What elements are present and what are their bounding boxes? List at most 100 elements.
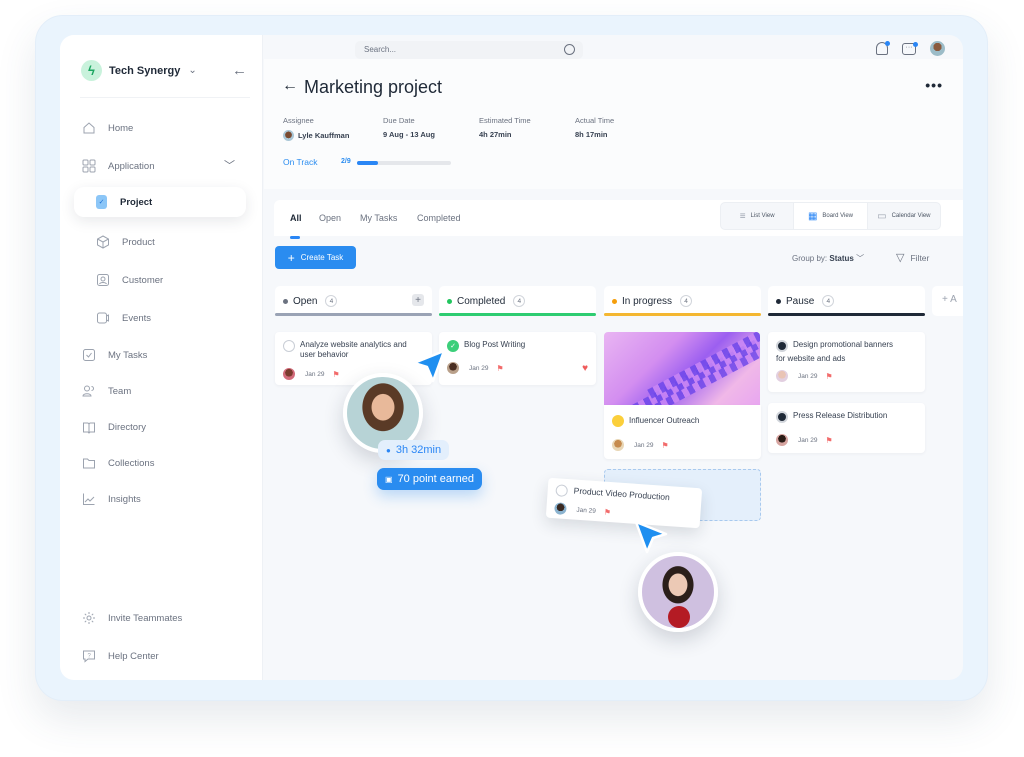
task-card[interactable]: Press Release Distribution Jan 29 ⚑ — [768, 403, 925, 453]
sidebar-item-directory[interactable]: Directory — [81, 419, 146, 435]
active-tab-indicator — [290, 236, 300, 239]
add-column-button[interactable]: + A — [932, 286, 963, 316]
sidebar-item-label: Application — [108, 160, 155, 172]
clipboard-icon: ✓ — [96, 195, 107, 209]
create-task-button[interactable]: + Create Task — [275, 246, 356, 269]
task-title: Analyze website analytics and — [300, 340, 407, 349]
app-window: ϟ Tech Synergy ⌄ ← Home Application ﹀ ✓ … — [60, 35, 963, 680]
task-card[interactable]: ✓ Blog Post Writing Jan 29 ⚑ ♥ — [439, 332, 596, 385]
collapse-sidebar-icon[interactable]: ← — [232, 62, 247, 79]
column-title: Pause — [786, 295, 815, 307]
estimated-time-field: Estimated Time 4h 27min — [479, 116, 531, 139]
group-by-value: Status — [829, 254, 854, 263]
team-icon — [81, 383, 97, 399]
trophy-icon: ▣ — [385, 474, 393, 484]
sidebar-item-label: Directory — [108, 421, 147, 433]
folder-icon — [81, 455, 97, 471]
chevron-down-icon[interactable]: ﹀ — [224, 157, 235, 173]
more-options-icon[interactable]: ••• — [925, 77, 943, 93]
estimated-time-label: Estimated Time — [479, 116, 531, 125]
task-date: Jan 29 — [305, 370, 325, 378]
list-view-button[interactable]: ≡ List View — [721, 203, 795, 229]
heart-icon[interactable]: ♥ — [582, 363, 588, 374]
home-icon — [81, 120, 97, 136]
assignee-avatar — [776, 434, 788, 446]
tab-my-tasks[interactable]: My Tasks — [360, 213, 397, 223]
flag-icon: ⚑ — [661, 440, 669, 450]
checkbox-icon — [81, 347, 97, 363]
sidebar-item-insights[interactable]: Insights — [81, 491, 141, 507]
user-avatar[interactable] — [930, 41, 945, 56]
group-by-select[interactable]: Group by: Status ﹀ — [792, 253, 864, 264]
points-earned-badge: ▣ 70 point earned — [377, 468, 483, 490]
flag-icon: ⚑ — [825, 371, 833, 381]
search-icon — [564, 44, 575, 55]
workspace-switcher[interactable]: ϟ Tech Synergy ⌄ — [81, 60, 197, 81]
notification-dot — [885, 41, 890, 46]
sidebar-item-my-tasks[interactable]: My Tasks — [81, 347, 147, 363]
sidebar-item-application[interactable]: Application — [81, 158, 154, 174]
estimated-time-value: 4h 27min — [479, 130, 512, 139]
assignee-avatar — [283, 368, 295, 380]
assignee-avatar — [776, 370, 788, 382]
project-header: ← Marketing project ••• Assignee Lyle Ka… — [264, 59, 963, 189]
actual-time-value: 8h 17min — [575, 130, 608, 139]
back-arrow-icon[interactable]: ← — [282, 77, 298, 95]
column-title: Open — [293, 295, 318, 307]
sidebar-item-product[interactable]: Product — [95, 234, 155, 250]
task-checkbox[interactable] — [283, 340, 295, 352]
tab-completed[interactable]: Completed — [417, 213, 461, 223]
tab-open[interactable]: Open — [319, 213, 341, 223]
sidebar-item-customer[interactable]: Customer — [95, 272, 163, 288]
add-card-button[interactable]: + — [412, 294, 424, 306]
task-card[interactable]: Analyze website analytics and user behavi… — [275, 332, 432, 385]
calendar-view-button[interactable]: ▭ Calendar View — [868, 203, 940, 229]
sidebar-item-events[interactable]: Events — [95, 310, 151, 326]
column-in-progress: In progress 4 — [604, 286, 761, 316]
sidebar-item-team[interactable]: Team — [81, 383, 131, 399]
board-view-button[interactable]: ▦ Board View — [794, 203, 868, 229]
task-checkbox[interactable] — [555, 484, 569, 498]
bell-icon[interactable] — [876, 41, 890, 55]
task-card[interactable]: Influencer Outreach Jan 29 ⚑ — [604, 405, 761, 459]
due-date-field: Due Date 9 Aug - 13 Aug — [383, 116, 435, 139]
task-date: Jan 29 — [469, 364, 489, 372]
actual-time-label: Actual Time — [575, 116, 615, 125]
status-dot-icon — [776, 340, 788, 352]
filter-button[interactable]: ▽ Filter — [896, 251, 929, 264]
status-dot — [776, 298, 781, 304]
status-dot-icon — [612, 415, 624, 427]
status-badge: On Track — [283, 157, 318, 167]
sidebar-item-home[interactable]: Home — [81, 120, 133, 136]
view-label: Calendar View — [891, 213, 931, 219]
sidebar-item-label: My Tasks — [108, 349, 148, 361]
calendar-icon: ▭ — [877, 210, 887, 222]
column-title: Completed — [457, 295, 506, 307]
sidebar-item-label: Home — [108, 122, 134, 134]
view-switcher: ≡ List View ▦ Board View ▭ Calendar View — [720, 202, 941, 230]
invite-teammates-link[interactable]: Invite Teammates — [81, 610, 182, 626]
sidebar: ϟ Tech Synergy ⌄ ← Home Application ﹀ ✓ … — [60, 35, 263, 680]
sidebar-item-label: Events — [122, 312, 152, 324]
flag-icon: ⚑ — [603, 507, 612, 517]
sidebar-item-label: Collections — [108, 457, 155, 469]
task-title: Blog Post Writing — [464, 340, 526, 349]
task-title: Product Video Production — [573, 485, 671, 503]
column-color-bar — [768, 313, 925, 316]
status-dot — [612, 298, 617, 304]
search-placeholder: Search... — [364, 45, 397, 54]
column-open: Open 4 + — [275, 286, 432, 316]
tab-all[interactable]: All — [290, 213, 302, 223]
sidebar-item-label: Team — [108, 385, 132, 397]
timer-icon: ● — [386, 445, 391, 455]
sidebar-footer-label: Invite Teammates — [108, 612, 183, 624]
sidebar-item-collections[interactable]: Collections — [81, 455, 154, 471]
chat-icon[interactable]: ··· — [902, 41, 918, 55]
view-label: List View — [750, 213, 775, 219]
task-card[interactable]: Design promotional banners for website a… — [768, 332, 925, 392]
search-input[interactable]: Search... — [355, 41, 583, 59]
sidebar-footer-label: Help Center — [108, 650, 159, 662]
chevron-down-icon: ⌄ — [188, 65, 197, 76]
time-tracked-badge: ● 3h 32min — [378, 440, 450, 460]
help-center-link[interactable]: ? Help Center — [81, 648, 159, 664]
